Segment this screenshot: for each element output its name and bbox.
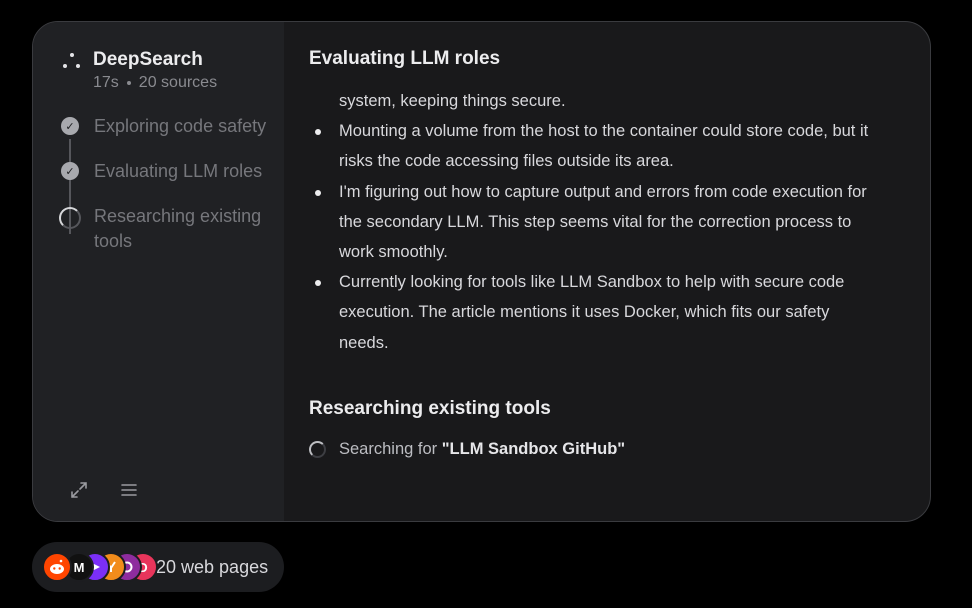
loading-spinner-icon: [59, 207, 81, 229]
favicon-stack: M D: [42, 552, 158, 582]
duration-text: 17s: [93, 74, 119, 91]
deepsearch-card: DeepSearch 17s 20 sources ✓ Exploring co…: [32, 21, 931, 522]
step-item[interactable]: ✓ Evaluating LLM roles: [61, 159, 271, 234]
section-body: system, keeping things secure. Mounting …: [315, 86, 869, 358]
reddit-icon: [42, 552, 72, 582]
step-list: ✓ Exploring code safety ✓ Evaluating LLM…: [59, 114, 271, 274]
search-prefix: Searching for: [339, 440, 442, 458]
menu-icon[interactable]: [119, 480, 139, 500]
search-query: "LLM Sandbox GitHub": [441, 440, 626, 458]
main-panel: Evaluating LLM roles system, keeping thi…: [284, 22, 930, 521]
sidebar-toolbar: [69, 480, 139, 500]
web-pages-button[interactable]: M D 20 web pages: [32, 542, 284, 592]
brand-title: DeepSearch: [93, 49, 203, 70]
step-label: Researching existing tools: [94, 206, 262, 251]
brand: DeepSearch 17s 20 sources: [61, 48, 217, 92]
step-item[interactable]: Researching existing tools: [59, 204, 271, 274]
web-pages-label: 20 web pages: [156, 556, 269, 577]
brand-meta: 17s 20 sources: [93, 74, 217, 92]
check-icon: ✓: [61, 117, 79, 135]
continued-text: system, keeping things secure.: [339, 92, 566, 110]
sidebar: DeepSearch 17s 20 sources ✓ Exploring co…: [33, 22, 284, 521]
sources-count: 20 sources: [138, 74, 218, 91]
step-item[interactable]: ✓ Exploring code safety: [61, 114, 271, 189]
check-icon: ✓: [61, 162, 79, 180]
step-label: Exploring code safety: [94, 116, 267, 136]
expand-icon[interactable]: [69, 480, 89, 500]
bullet-item: Mounting a volume from the host to the c…: [315, 116, 869, 176]
deepsearch-icon: [61, 52, 83, 74]
bullet-item: Currently looking for tools like LLM San…: [315, 267, 869, 358]
search-status: Searching for "LLM Sandbox GitHub": [309, 440, 625, 459]
section-title: Evaluating LLM roles: [309, 48, 501, 69]
section-title: Researching existing tools: [309, 398, 551, 419]
loading-spinner-icon: [309, 441, 326, 458]
separator-dot: [126, 81, 131, 85]
step-label: Evaluating LLM roles: [94, 161, 263, 181]
bullet-item: I'm figuring out how to capture output a…: [315, 177, 869, 268]
